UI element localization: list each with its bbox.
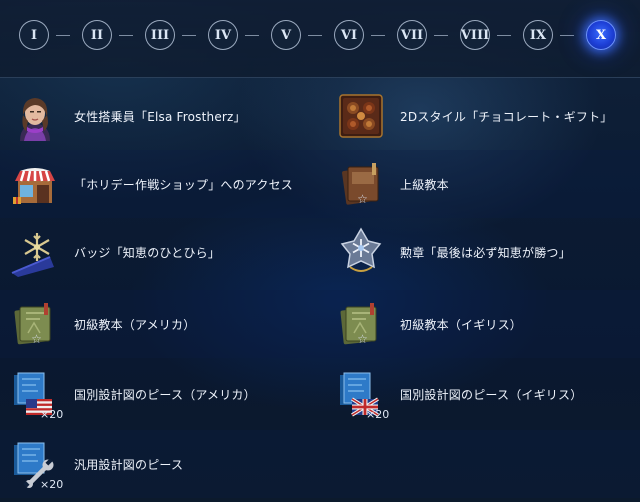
tier-connector [371,35,385,36]
tier-connector [182,35,196,36]
basic-manual-icon: ☆ [336,299,386,349]
tier-button-2[interactable]: II [82,20,112,50]
reward-label: 女性搭乗員「Elsa Frostherz」 [74,109,246,124]
reward-label: 国別設計図のピース（アメリカ） [74,387,256,402]
chocolate-gift-icon [336,91,386,141]
reward-row: バッジ「知恵のひとひら」 勲章「最後は必ず知恵が勝つ」 [0,218,640,286]
reward-row: 女性搭乗員「Elsa Frostherz」 2Dスタイル「チョコレート・ギフト」 [0,82,640,150]
tier-connector [434,35,448,36]
reward-label: 初級教本（アメリカ） [74,317,196,332]
reward-item[interactable]: ×20 国別設計図のピース（イギリス） [336,360,636,428]
reward-label: 汎用設計図のピース [74,457,184,472]
tier-connector [245,35,259,36]
reward-row: ×20 国別設計図のピース（アメリカ） ×20 国別設計図のピース（イギリス） [0,360,640,428]
reward-label: 勲章「最後は必ず知恵が勝つ」 [400,245,571,260]
reward-label: 初級教本（イギリス） [400,317,523,332]
tier-button-7[interactable]: VII [397,20,427,50]
reward-row: ×20 汎用設計図のピース [0,430,640,498]
medal-icon [336,227,386,277]
tier-connector [119,35,133,36]
tier-button-10-active[interactable]: X [586,20,616,50]
reward-panel: I II III IV V VI VII VIII IX X 女性搭乗員「Els… [0,0,640,502]
tier-button-3[interactable]: III [145,20,175,50]
quantity-badge: ×20 [40,478,64,491]
star-icon: ☆ [357,332,368,346]
reward-item[interactable]: ☆ 初級教本（イギリス） [336,290,636,358]
shop-icon [10,159,60,209]
tier-navigation: I II III IV V VI VII VIII IX X [0,0,640,78]
reward-row: ☆ 初級教本（アメリカ） ☆ 初級教本（イギリス） [0,290,640,358]
crew-portrait-icon [10,91,60,141]
tier-connector [308,35,322,36]
reward-item[interactable]: ☆ 初級教本（アメリカ） [10,290,330,358]
basic-manual-icon: ☆ [10,299,60,349]
tier-connector [560,35,574,36]
reward-label: 上級教本 [400,177,449,192]
tier-connector [497,35,511,36]
advanced-manual-icon: ☆ [336,159,386,209]
reward-label: 国別設計図のピース（イギリス） [400,387,583,402]
reward-item[interactable]: ×20 国別設計図のピース（アメリカ） [10,360,330,428]
reward-label: バッジ「知恵のひとひら」 [74,245,221,260]
reward-item[interactable]: 「ホリデー作戦ショップ」へのアクセス [10,150,330,218]
reward-item[interactable]: バッジ「知恵のひとひら」 [10,218,330,286]
tier-button-4[interactable]: IV [208,20,238,50]
star-icon: ☆ [31,332,42,346]
tier-button-8[interactable]: VIII [460,20,490,50]
quantity-badge: ×20 [366,408,390,421]
reward-item[interactable]: 勲章「最後は必ず知恵が勝つ」 [336,218,636,286]
quantity-badge: ×20 [40,408,64,421]
tier-button-1[interactable]: I [19,20,49,50]
reward-row: 「ホリデー作戦ショップ」へのアクセス ☆ 上級教本 [0,150,640,218]
tier-connector [56,35,70,36]
reward-label: 「ホリデー作戦ショップ」へのアクセス [74,177,294,192]
tier-button-5[interactable]: V [271,20,301,50]
reward-item[interactable]: ☆ 上級教本 [336,150,636,218]
universal-blueprint-icon: ×20 [10,439,64,491]
reward-item[interactable]: 女性搭乗員「Elsa Frostherz」 [10,82,330,150]
uk-blueprint-icon: ×20 [336,369,390,421]
tier-button-6[interactable]: VI [334,20,364,50]
usa-blueprint-icon: ×20 [10,369,64,421]
star-icon: ☆ [357,192,368,206]
snowflake-badge-icon [10,227,60,277]
tier-button-9[interactable]: IX [523,20,553,50]
reward-item[interactable]: ×20 汎用設計図のピース [10,430,330,498]
reward-item[interactable]: 2Dスタイル「チョコレート・ギフト」 [336,82,636,150]
reward-label: 2Dスタイル「チョコレート・ギフト」 [400,109,613,124]
